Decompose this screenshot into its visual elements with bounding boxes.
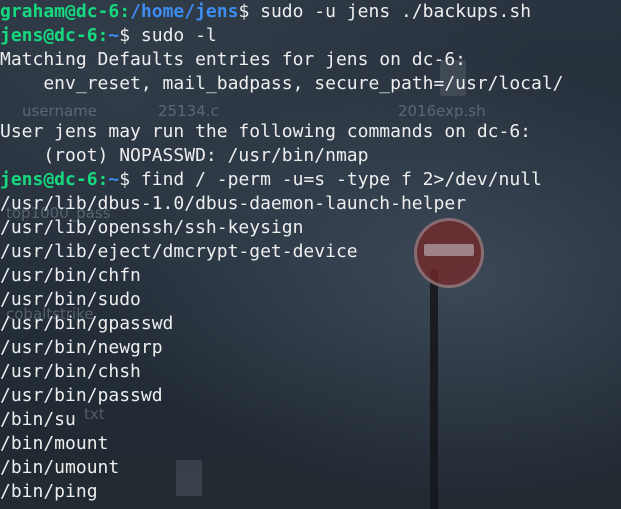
prompt-path: ~ [108,169,120,190]
prompt-separator: : [97,169,109,190]
terminal-output-line: /bin/ping [0,481,98,502]
terminal-output-line: /usr/bin/gpasswd [0,313,174,334]
command-text: sudo -l [130,25,217,46]
prompt-user-host: jens@dc-6 [0,25,98,46]
terminal-output-line: /usr/lib/dbus-1.0/dbus-daemon-launch-hel… [0,193,466,214]
terminal-prompt-line: jens@dc-6:~$ sudo -l [0,24,621,48]
terminal-output-line: /usr/lib/eject/dmcrypt-get-device [0,241,358,262]
prompt-symbol: $ [119,25,131,46]
terminal-output-line: env_reset, mail_badpass, secure_path=/us… [0,73,564,94]
terminal-output-line: /usr/bin/newgrp [0,337,163,358]
terminal-output-line: /usr/bin/sudo [0,289,141,310]
terminal-output-line: User jens may run the following commands… [0,121,532,142]
terminal-output-line: /usr/bin/chfn [0,265,141,286]
prompt-path: ~ [108,25,120,46]
prompt-user-host: jens@dc-6 [0,169,98,190]
terminal-prompt-line: jens@dc-6:~$ find / -perm -u=s -type f 2… [0,168,621,192]
terminal-output-line: /usr/lib/openssh/ssh-keysign [0,217,304,238]
prompt-symbol: $ [238,1,250,22]
prompt-path: /home/jens [130,1,239,22]
prompt-separator: : [97,25,109,46]
command-text: find / -perm -u=s -type f 2>/dev/null [130,169,542,190]
prompt-user-host: graham@dc-6 [0,1,120,22]
command-text: sudo -u jens ./backups.sh [249,1,532,22]
terminal-output-line: /bin/su [0,409,76,430]
terminal-output-line: /bin/mount [0,433,109,454]
terminal-prompt-line: graham@dc-6:/home/jens$ sudo -u jens ./b… [0,0,621,24]
terminal-output-line: (root) NOPASSWD: /usr/bin/nmap [0,145,369,166]
terminal-output-line: Matching Defaults entries for jens on dc… [0,49,466,70]
prompt-separator: : [119,1,131,22]
terminal-output-line: /usr/bin/passwd [0,385,163,406]
terminal-output-line: /bin/umount [0,457,120,478]
terminal-output-line: /usr/bin/chsh [0,361,141,382]
terminal-output[interactable]: graham@dc-6:/home/jens$ sudo -u jens ./b… [0,0,621,509]
prompt-symbol: $ [119,169,131,190]
